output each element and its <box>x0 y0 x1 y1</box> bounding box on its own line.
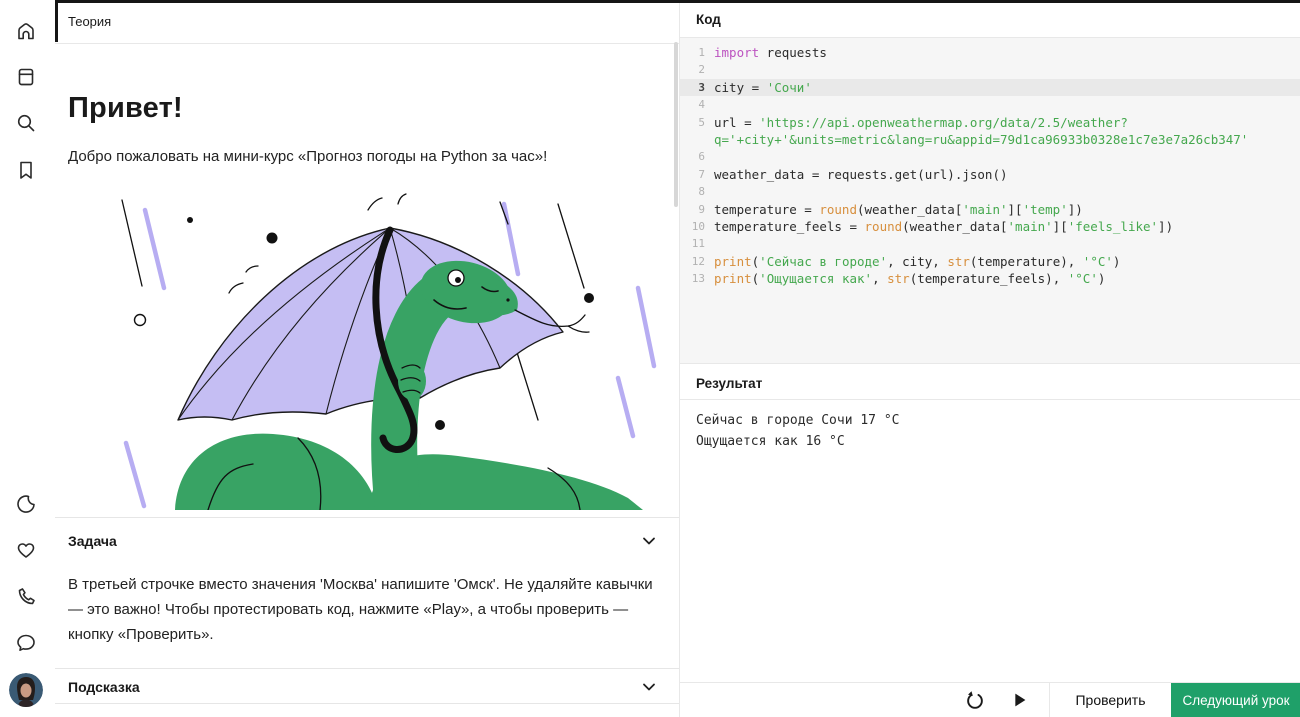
code-line: 3city = 'Сочи' <box>680 79 1300 96</box>
code-editor[interactable]: 1import requests23city = 'Сочи'45url = '… <box>680 38 1300 363</box>
code-line: 10temperature_feels = round(weather_data… <box>686 218 1293 235</box>
result-line: Сейчас в городе Сочи 17 °C <box>696 410 900 431</box>
intro-text: Добро пожаловать на мини-курс «Прогноз п… <box>68 148 547 165</box>
task-section-header[interactable]: Задача <box>55 517 679 561</box>
code-header-label: Код <box>696 12 721 27</box>
result-header-label: Результат <box>696 376 762 391</box>
hint-label: Подсказка <box>68 679 140 695</box>
illustration-snake-umbrella <box>68 188 666 510</box>
code-line: 11 <box>686 235 1293 252</box>
bookmark-icon[interactable] <box>12 156 40 184</box>
heart-icon[interactable] <box>12 536 40 564</box>
theory-tab-label: Теория <box>68 14 111 29</box>
code-line: 8 <box>686 183 1293 200</box>
result-line: Ощущается как 16 °C <box>696 431 900 452</box>
next-lesson-button[interactable]: Следующий урок <box>1171 683 1300 717</box>
chevron-down-icon[interactable] <box>641 679 657 700</box>
app-window: Теория Привет! Добро пожаловать на мини-… <box>0 0 1300 717</box>
book-icon[interactable] <box>12 63 40 91</box>
dark-mode-moon-icon[interactable] <box>12 490 40 518</box>
chat-icon[interactable] <box>12 629 40 657</box>
code-line: 2 <box>686 61 1293 78</box>
result-output: Сейчас в городе Сочи 17 °CОщущается как … <box>696 410 900 452</box>
code-line: 4 <box>686 96 1293 113</box>
code-line: 1import requests <box>686 44 1293 61</box>
search-icon[interactable] <box>12 109 40 137</box>
chevron-down-icon[interactable] <box>641 533 657 554</box>
reset-icon[interactable] <box>963 688 987 712</box>
result-header: Результат <box>680 363 1300 400</box>
page-title: Привет! <box>68 92 183 125</box>
code-line: 12print('Сейчас в городе', city, str(tem… <box>686 253 1293 270</box>
code-header: Код <box>680 0 1300 38</box>
theory-scrollbar[interactable] <box>674 42 678 207</box>
code-line: 6 <box>686 148 1293 165</box>
code-line: 7weather_data = requests.get(url).json() <box>686 166 1293 183</box>
phone-icon[interactable] <box>12 583 40 611</box>
sidebar <box>0 0 55 717</box>
task-label: Задача <box>68 533 117 549</box>
play-icon[interactable] <box>1007 688 1031 712</box>
active-tab-indicator <box>55 2 58 42</box>
code-line: 13print('Ощущается как', str(temperature… <box>686 270 1293 287</box>
theory-panel: Теория Привет! Добро пожаловать на мини-… <box>55 0 679 717</box>
top-border <box>55 0 1300 3</box>
task-text: В третьей строчке вместо значения 'Москв… <box>68 572 662 647</box>
theory-tab[interactable]: Теория <box>55 0 679 44</box>
editor-toolbar: Проверить Следующий урок <box>680 682 1300 717</box>
home-icon[interactable] <box>12 17 40 45</box>
code-line: 5url = 'https://api.openweathermap.org/d… <box>686 114 1293 149</box>
hint-section-header[interactable]: Подсказка <box>55 668 679 704</box>
code-panel: Код 1import requests23city = 'Сочи'45url… <box>679 0 1300 717</box>
check-button[interactable]: Проверить <box>1049 683 1171 717</box>
avatar[interactable] <box>9 673 43 707</box>
code-line: 9temperature = round(weather_data['main'… <box>686 201 1293 218</box>
